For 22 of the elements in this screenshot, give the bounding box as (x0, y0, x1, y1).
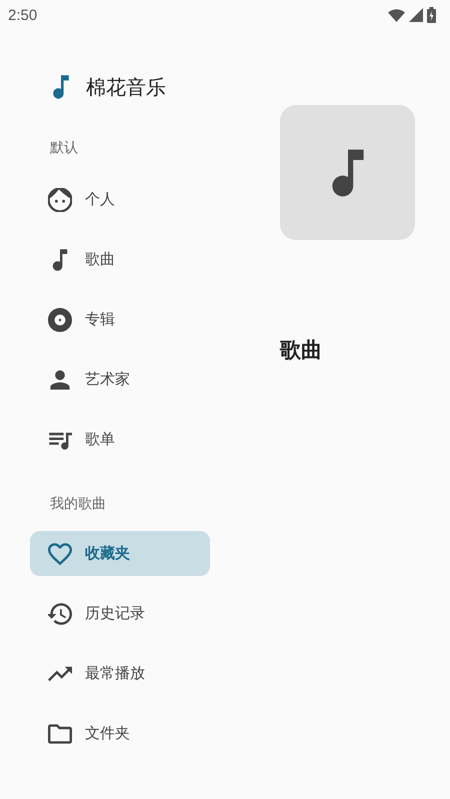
drawer-item[interactable]: 歌单 (30, 417, 210, 462)
drawer-item[interactable]: 歌曲 (30, 237, 210, 282)
status-time: 2:50 (8, 6, 38, 24)
app-title: 棉花音乐 (86, 74, 166, 100)
battery-icon (427, 7, 436, 23)
signal-icon (409, 8, 423, 22)
wifi-icon (388, 8, 405, 22)
drawer-item[interactable]: 艺术家 (30, 357, 210, 402)
drawer-item[interactable]: 文件夹 (30, 711, 210, 756)
face-icon (48, 188, 72, 212)
drawer-item[interactable]: 最常播放 (30, 651, 210, 696)
drawer-item[interactable]: 收藏夹 (30, 531, 210, 576)
heart-icon (48, 542, 72, 566)
section-header: 我的歌曲 (50, 495, 107, 514)
section-header: 默认 (50, 139, 79, 158)
person-icon (48, 368, 72, 392)
drawer-item[interactable]: 专辑 (30, 297, 210, 342)
page-title: 歌曲 (280, 337, 323, 364)
drawer-item[interactable]: 历史记录 (30, 591, 210, 636)
drawer-item[interactable]: 个人 (30, 177, 210, 222)
folder-icon (48, 722, 72, 746)
history-icon (48, 602, 72, 626)
